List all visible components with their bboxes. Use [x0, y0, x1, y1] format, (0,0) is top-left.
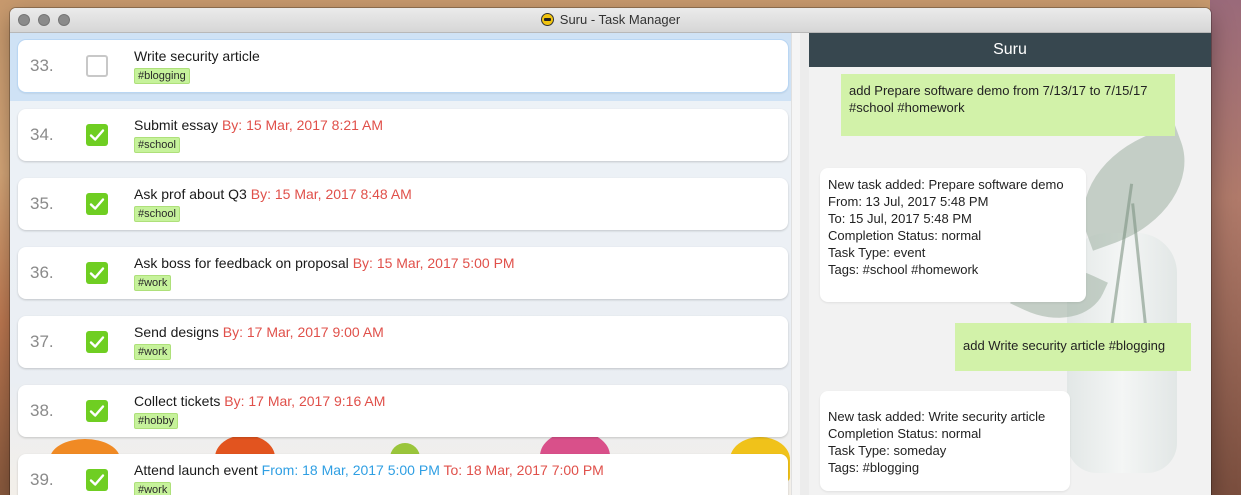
task-date-prefix: By: [222, 324, 243, 340]
task-card[interactable]: 38. Collect tickets By: 17 Mar, 2017 9:16… [18, 385, 788, 437]
task-card[interactable]: 36. Ask boss for feedback on proposal By:… [18, 247, 788, 299]
chat-line: Task Type: event [828, 245, 926, 260]
app-icon [540, 13, 554, 26]
task-number: 33. [30, 56, 54, 75]
task-checkbox[interactable] [86, 400, 108, 422]
task-checkbox[interactable] [86, 262, 108, 284]
task-name: Collect tickets [134, 393, 221, 409]
task-date: 15 Mar, 2017 8:21 AM [246, 117, 384, 133]
task-card[interactable]: 37. Send designs By: 17 Mar, 2017 9:00 AM… [18, 316, 788, 368]
task-title-line: Collect tickets By: 17 Mar, 2017 9:16 AM [134, 393, 385, 409]
window-title: Suru - Task Manager [10, 12, 1211, 27]
task-title-line: Write security article [134, 48, 260, 64]
chat-line: Completion Status: normal [828, 426, 982, 441]
chat-line: add Write security article #blogging [963, 338, 1166, 353]
task-tag[interactable]: #work [134, 344, 172, 360]
task-date-end: To: 18 Mar, 2017 7:00 PM [443, 462, 604, 478]
task-card[interactable]: 39. Attend launch event From: 18 Mar, 201… [18, 454, 788, 495]
chat-line: New task added: Write security article [828, 409, 1046, 424]
checkmark-icon [89, 405, 105, 417]
task-date: 17 Mar, 2017 9:00 AM [246, 324, 384, 340]
task-date-prefix: By: [221, 117, 243, 133]
chat-line: To: 15 Jul, 2017 5:48 PM [828, 211, 972, 226]
chat-line: add Prepare software demo from 7/13/17 t… [849, 83, 1148, 98]
chat-message-user: add Prepare software demo from 7/13/17 t… [841, 74, 1175, 136]
checkmark-icon [89, 474, 105, 486]
task-name: Submit essay [134, 117, 219, 133]
chat-line: Tags: #blogging [828, 460, 920, 475]
task-name: Ask prof about Q3 [134, 186, 247, 202]
task-date: 15 Mar, 2017 8:48 AM [274, 186, 412, 202]
chat-line: From: 13 Jul, 2017 5:48 PM [828, 194, 989, 209]
task-tag[interactable]: #hobby [134, 413, 179, 429]
task-card[interactable]: 34. Submit essay By: 15 Mar, 2017 8:21 AM… [18, 109, 788, 161]
title-bar: Suru - Task Manager [10, 8, 1211, 33]
task-number: 35. [30, 194, 54, 213]
task-title-line: Ask prof about Q3 By: 15 Mar, 2017 8:48 … [134, 186, 412, 202]
chat-line: Task Type: someday [828, 443, 947, 458]
task-name: Ask boss for feedback on proposal [134, 255, 349, 271]
task-date: 18 Mar, 2017 5:00 PM [302, 462, 440, 478]
task-date-prefix: By: [224, 393, 245, 409]
task-title-line: Ask boss for feedback on proposal By: 15… [134, 255, 515, 271]
chat-message-bot: New task added: Write security article C… [820, 391, 1070, 491]
task-tag[interactable]: #work [134, 482, 172, 495]
task-tag[interactable]: #school [134, 206, 180, 222]
chat-line: New task added: Prepare software demo [828, 177, 1064, 192]
task-title-line: Attend launch event From: 18 Mar, 2017 5… [134, 462, 604, 478]
task-date-prefix: From: [261, 462, 299, 478]
task-tag[interactable]: #work [134, 275, 172, 291]
task-date-prefix: By: [250, 186, 271, 202]
window-title-text: Suru - Task Manager [559, 12, 681, 27]
task-name: Write security article [134, 48, 260, 64]
task-checkbox[interactable] [86, 469, 108, 491]
checkmark-icon [89, 267, 105, 279]
task-number: 34. [30, 125, 54, 144]
task-number: 36. [30, 263, 54, 282]
task-number: 38. [30, 401, 54, 420]
task-name: Send designs [134, 324, 219, 340]
chat-message-bot: New task added: Prepare software demo Fr… [820, 168, 1086, 302]
checkmark-icon [89, 198, 105, 210]
desktop-wallpaper [1210, 0, 1241, 495]
task-card[interactable]: 33. Write security article #blogging [18, 40, 788, 92]
task-number: 37. [30, 332, 54, 351]
checkmark-icon [89, 129, 105, 141]
task-number: 39. [30, 470, 54, 489]
task-checkbox[interactable] [86, 124, 108, 146]
task-title-line: Submit essay By: 15 Mar, 2017 8:21 AM [134, 117, 383, 133]
checkmark-icon [89, 336, 105, 348]
task-title-line: Send designs By: 17 Mar, 2017 9:00 AM [134, 324, 384, 340]
app-window: Suru - Task Manager 33. Write security ar… [10, 8, 1211, 495]
task-list-panel: 33. Write security article #blogging 34. Sub… [10, 33, 800, 495]
chat-message-user: add Write security article #blogging [955, 323, 1191, 371]
chat-line: Completion Status: normal [828, 228, 982, 243]
scrollbar[interactable] [791, 33, 800, 495]
chat-panel: Suru add Prepare software demo from 7/13… [809, 33, 1211, 495]
chat-line: #school #homework [849, 100, 965, 115]
task-card[interactable]: 35. Ask prof about Q3 By: 15 Mar, 2017 8:… [18, 178, 788, 230]
task-checkbox[interactable] [86, 331, 108, 353]
task-date: 17 Mar, 2017 9:16 AM [248, 393, 386, 409]
chat-line: Tags: #school #homework [828, 262, 979, 277]
task-name: Attend launch event [134, 462, 258, 478]
task-date: 15 Mar, 2017 5:00 PM [376, 255, 515, 271]
chat-header: Suru [809, 33, 1211, 67]
task-tag[interactable]: #school [134, 137, 180, 153]
task-tag[interactable]: #blogging [134, 68, 190, 84]
task-checkbox[interactable] [86, 193, 108, 215]
task-date-prefix: By: [352, 255, 373, 271]
task-checkbox[interactable] [86, 55, 108, 77]
